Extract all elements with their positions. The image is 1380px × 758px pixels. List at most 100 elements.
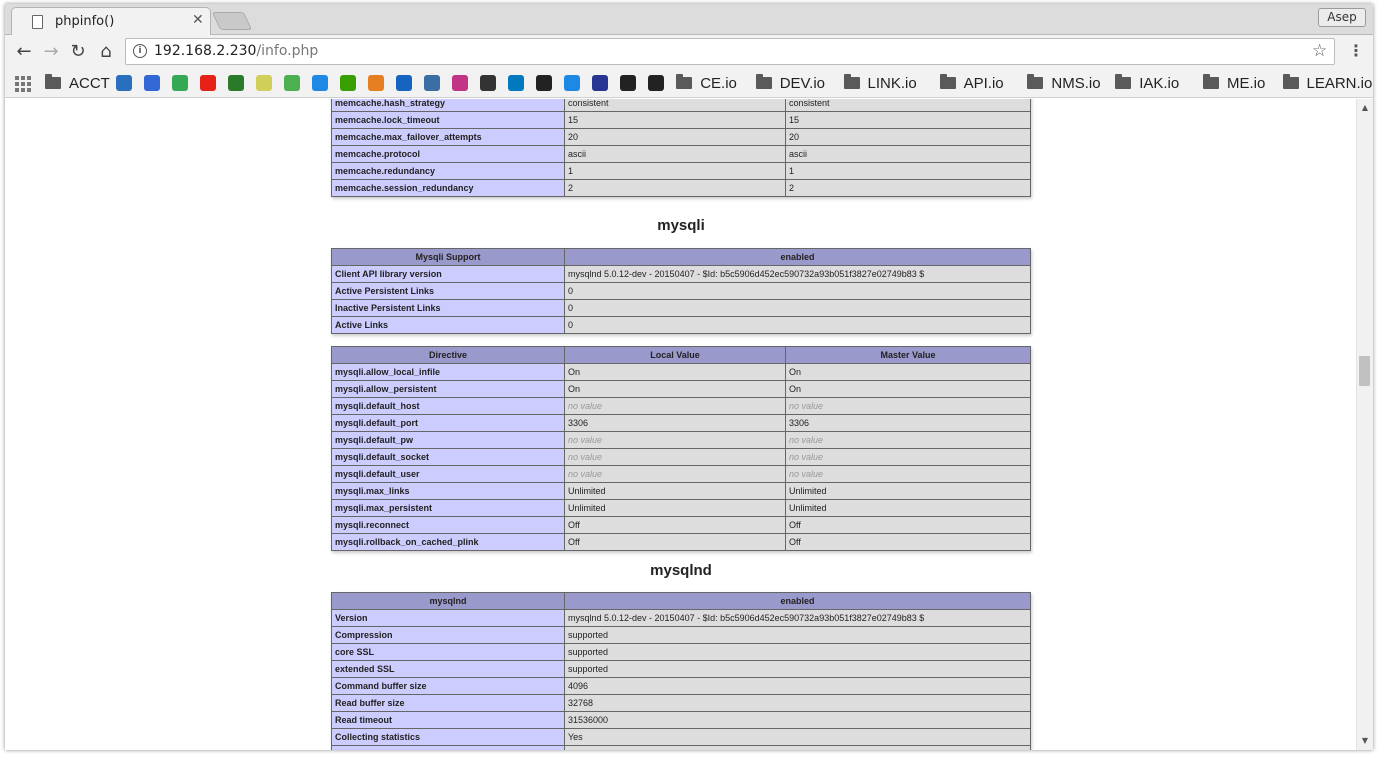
directive-value: supported <box>564 643 1031 661</box>
table-header: Local Value <box>564 346 786 364</box>
table-row: memcache.lock_timeout 15 15 <box>331 111 1031 129</box>
directive-value: No <box>564 745 1031 750</box>
table-row: Client API library version mysqlnd 5.0.12… <box>331 265 1031 283</box>
url-text[interactable]: 192.168.2.230/info.php <box>154 43 318 59</box>
directive-name: Collecting statistics <box>331 728 565 746</box>
profile-button[interactable]: Asep <box>1318 8 1366 27</box>
forward-arrow-icon[interactable]: → <box>40 41 62 63</box>
bookmark-item[interactable] <box>312 73 329 93</box>
directive-name: mysqli.rollback_on_cached_plink <box>331 533 565 551</box>
scrollbar-thumb[interactable] <box>1359 356 1370 386</box>
bookmark-item[interactable] <box>424 73 441 93</box>
directive-value: Off <box>785 516 1031 534</box>
bookmark-item[interactable] <box>620 73 637 93</box>
table-row: mysqli.max_persistent Unlimited Unlimited <box>331 499 1031 517</box>
address-bar[interactable]: i 192.168.2.230/info.php ☆ <box>125 38 1335 65</box>
folder-icon <box>1027 74 1044 89</box>
t-icon <box>620 75 637 91</box>
directive-value: 1 <box>785 162 1031 180</box>
bookmark-folder[interactable]: ME.io <box>1203 73 1265 93</box>
directive-value: no value <box>785 397 1031 415</box>
directive-value: 15 <box>564 111 786 129</box>
bookmark-folder[interactable]: NMS.io <box>1027 73 1101 93</box>
directive-name: memcache.lock_timeout <box>331 111 565 129</box>
bookmark-item[interactable] <box>452 73 469 93</box>
badge-icon <box>592 75 609 91</box>
bookmark-label: API.io <box>963 74 1004 92</box>
info-icon[interactable]: i <box>133 44 147 58</box>
toolbar: ← → ↻ ⌂ i 192.168.2.230/info.php ☆ ⋮ <box>5 35 1373 68</box>
bookmark-label: LEARN.io <box>1306 74 1373 92</box>
table-row: Active Links 0 <box>331 316 1031 334</box>
table-row: mysqli.default_host no value no value <box>331 397 1031 415</box>
bookmark-folder[interactable]: ACCT <box>45 73 110 93</box>
g-logo-icon <box>172 75 189 91</box>
table-row: Version mysqlnd 5.0.12-dev - 20150407 - $… <box>331 609 1031 627</box>
directive-name: memcache.hash_strategy <box>331 99 565 112</box>
table-row: memcache.redundancy 1 1 <box>331 162 1031 180</box>
directive-value: Unlimited <box>564 499 786 517</box>
close-tab-icon[interactable]: ✕ <box>192 12 204 28</box>
bookmark-item[interactable] <box>256 73 273 93</box>
new-tab-button[interactable] <box>211 12 253 30</box>
bookmark-folder[interactable]: CE.io <box>676 73 737 93</box>
scroll-down-arrow-icon[interactable]: ▼ <box>1360 736 1370 745</box>
bookmark-item[interactable] <box>480 73 497 93</box>
bookmark-item[interactable] <box>564 73 581 93</box>
bookmark-item[interactable] <box>144 73 161 93</box>
bookmark-folder[interactable]: API.io <box>939 73 1004 93</box>
bookmark-item[interactable] <box>396 73 413 93</box>
scroll-up-arrow-icon[interactable]: ▲ <box>1360 103 1370 112</box>
table-row: memcache.max_failover_attempts 20 20 <box>331 128 1031 146</box>
directive-name: Inactive Persistent Links <box>331 299 565 317</box>
table-row: Read buffer size 32768 <box>331 694 1031 712</box>
table-header: Directive <box>331 346 565 364</box>
directive-name: Active Links <box>331 316 565 334</box>
reload-icon[interactable]: ↻ <box>67 41 89 63</box>
directive-value: On <box>785 363 1031 381</box>
directive-value: 4096 <box>564 677 1031 695</box>
directive-value: consistent <box>564 99 786 112</box>
trello-icon <box>508 75 525 91</box>
bookmark-item[interactable] <box>340 73 357 93</box>
bookmark-folder[interactable]: IAK.io <box>1115 73 1179 93</box>
apps-icon[interactable] <box>15 76 31 92</box>
home-icon[interactable]: ⌂ <box>95 41 117 63</box>
bookmark-star-icon[interactable]: ☆ <box>1312 41 1327 61</box>
directive-name: core SSL <box>331 643 565 661</box>
table-row: Inactive Persistent Links 0 <box>331 299 1031 317</box>
directive-value: Unlimited <box>785 482 1031 500</box>
bookmark-item[interactable] <box>200 73 217 93</box>
table-header: enabled <box>564 592 1031 610</box>
menu-icon[interactable]: ⋮ <box>1348 41 1364 61</box>
bookmark-item[interactable] <box>592 73 609 93</box>
table-row: Compression supported <box>331 626 1031 644</box>
vertical-scrollbar[interactable]: ▲ ▼ <box>1356 99 1373 750</box>
table-header: enabled <box>564 248 1031 266</box>
directive-value: On <box>785 380 1031 398</box>
bookmark-item[interactable] <box>116 73 133 93</box>
folder-icon <box>939 74 956 89</box>
bookmark-item[interactable] <box>172 73 189 93</box>
bookmark-item[interactable] <box>508 73 525 93</box>
bookmark-label: CE.io <box>700 74 737 92</box>
table-row: Read timeout 31536000 <box>331 711 1031 729</box>
bookmark-folder[interactable]: DEV.io <box>755 73 825 93</box>
bookmark-label: NMS.io <box>1051 74 1101 92</box>
bookmark-item[interactable] <box>368 73 385 93</box>
bookmark-item[interactable] <box>228 73 245 93</box>
tab-phpinfo[interactable]: phpinfo() ✕ <box>11 7 211 36</box>
bookmark-item[interactable] <box>536 73 553 93</box>
directive-value: 1 <box>564 162 786 180</box>
bookmark-folder[interactable]: LINK.io <box>843 73 917 93</box>
back-arrow-icon[interactable]: ← <box>13 41 35 63</box>
directive-value: supported <box>564 626 1031 644</box>
table-row: mysqli.rollback_on_cached_plink Off Off <box>331 533 1031 551</box>
bookmark-folder[interactable]: LEARN.io <box>1282 73 1373 93</box>
bookmark-item[interactable] <box>284 73 301 93</box>
url-path: /info.php <box>256 43 319 59</box>
browser-window: phpinfo() ✕ Asep ← → ↻ ⌂ i 192.168.2.230… <box>5 4 1373 750</box>
bookmark-item[interactable] <box>648 73 665 93</box>
a-triangle-icon <box>396 75 413 91</box>
directive-name: memcache.protocol <box>331 145 565 163</box>
